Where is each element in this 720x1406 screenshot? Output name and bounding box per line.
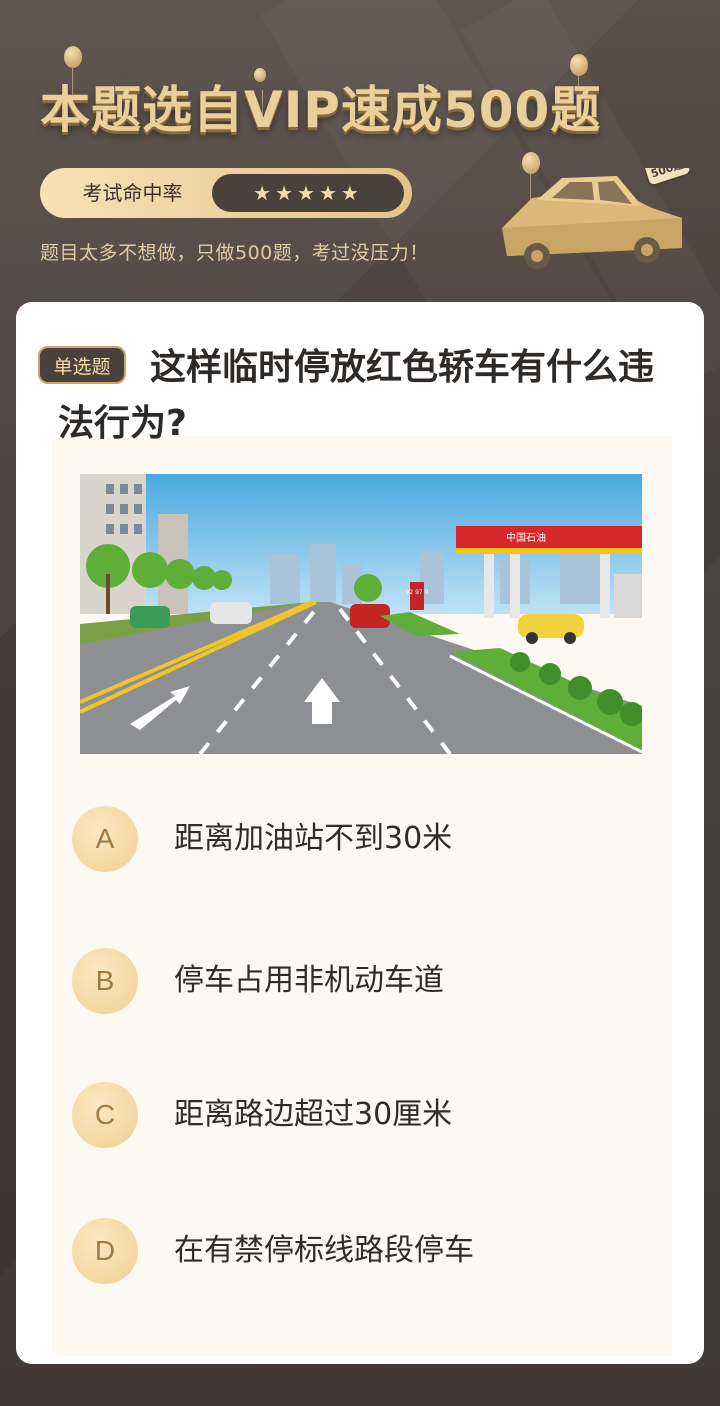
hit-rate-label: 考试命中率 <box>82 181 183 205</box>
option-text: 距离加油站不到30米 <box>174 821 453 856</box>
road-scene-image: 92 97 0 中国石油 <box>80 474 642 754</box>
option-d[interactable]: D 在有禁停标线路段停车 <box>72 1218 652 1286</box>
option-letter: A <box>72 806 138 872</box>
gas-station-sign: 中国石油 <box>506 531 546 544</box>
option-text: 在有禁停标线路段停车 <box>174 1233 474 1268</box>
gold-car-illustration: 500题 <box>502 168 692 269</box>
option-letter: C <box>72 1082 138 1148</box>
option-c[interactable]: C 距离路边超过30厘米 <box>72 1082 652 1150</box>
balloon-icon <box>64 46 82 98</box>
question-text: 这样临时停放红色轿车有什么违法行为? <box>58 347 655 444</box>
option-text: 距离路边超过30厘米 <box>174 1097 453 1132</box>
star-rating: ★★★★★ <box>212 174 404 212</box>
option-text: 停车占用非机动车道 <box>174 963 444 998</box>
hit-rate-pill: 考试命中率 ★★★★★ <box>40 168 412 218</box>
promo-title: 本题选自VIP速成500题 <box>40 81 602 139</box>
fuel-price-sign: 92 97 0 <box>406 589 429 596</box>
option-b[interactable]: B 停车占用非机动车道 <box>72 948 652 1016</box>
promo-subtitle: 题目太多不想做，只做500题，考过没压力！ <box>40 242 429 264</box>
option-letter: B <box>72 948 138 1014</box>
option-letter: D <box>72 1218 138 1284</box>
option-a[interactable]: A 距离加油站不到30米 <box>72 806 652 874</box>
question-type-badge: 单选题 <box>38 346 126 384</box>
